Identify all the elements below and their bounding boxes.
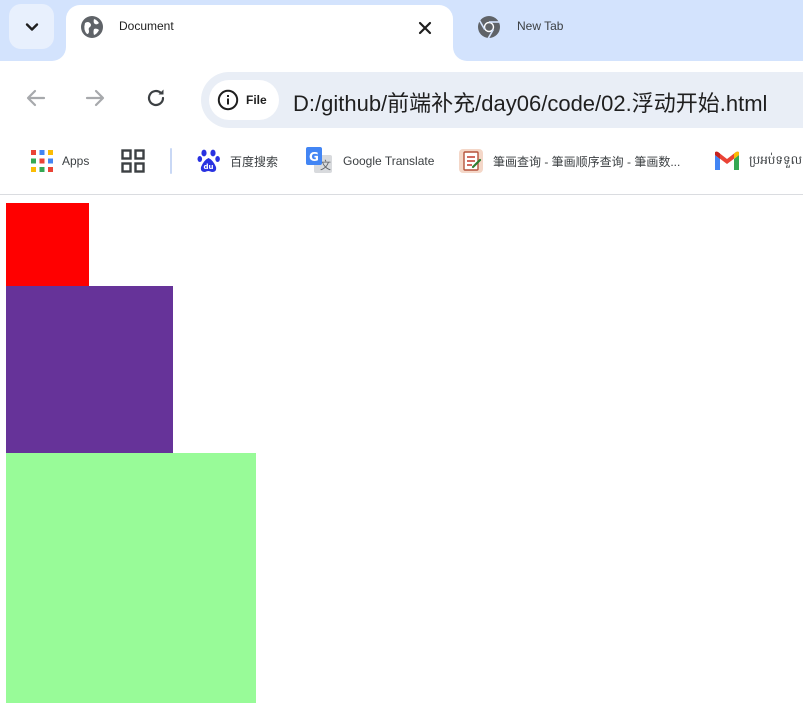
bookmark-apps[interactable]: Apps (31, 147, 89, 175)
bookmark-label: 筆画查询 - 筆画顺序查询 - 筆画数... (493, 154, 681, 169)
tab-close-button[interactable] (415, 18, 435, 38)
back-arrow-icon (26, 89, 46, 107)
bookmark-tab-groups[interactable] (121, 147, 145, 175)
svg-text:G: G (309, 150, 319, 164)
stroke-order-icon (459, 149, 483, 173)
tab-strip: Document New Tab (0, 0, 803, 61)
green-box (6, 453, 256, 703)
bookmark-stroke-order[interactable]: 筆画查询 - 筆画顺序查询 - 筆画数... (458, 147, 680, 175)
svg-text:du: du (204, 163, 214, 171)
bookmarks-separator (170, 148, 172, 174)
bookmarks-bar: Apps du 百度搜索 文 G Google Translate 筆画查询 -… (0, 135, 803, 195)
page-content (0, 196, 803, 727)
forward-button[interactable] (78, 81, 112, 115)
chevron-down-icon (25, 22, 38, 31)
google-translate-icon: 文 G (306, 147, 332, 173)
file-scheme-label: File (246, 93, 267, 107)
chrome-icon (478, 16, 500, 39)
bookmark-label: 百度搜索 (230, 154, 279, 169)
tab-search-button[interactable] (9, 4, 54, 49)
tab-title: Document (119, 19, 174, 33)
address-bar[interactable]: File D:/github/前端补充/day06/code/02.浮动开始.h… (201, 72, 803, 128)
reload-button[interactable] (139, 81, 173, 115)
tab-title: New Tab (517, 19, 564, 33)
bookmark-label: Apps (62, 154, 90, 168)
purple-box (6, 286, 173, 453)
close-icon (418, 21, 432, 35)
tab-document[interactable]: Document (66, 5, 453, 61)
bookmark-baidu[interactable]: du 百度搜索 (197, 147, 278, 175)
back-button[interactable] (19, 81, 53, 115)
info-icon (217, 89, 239, 111)
forward-arrow-icon (85, 89, 105, 107)
baidu-paw-icon: du (197, 149, 220, 172)
url-text[interactable]: D:/github/前端补充/day06/code/02.浮动开始.html (293, 86, 767, 118)
site-info-chip[interactable]: File (209, 80, 279, 120)
tab-groups-icon (121, 149, 145, 173)
reload-icon (147, 89, 165, 107)
tab-new-tab[interactable]: New Tab (462, 5, 682, 49)
bookmark-label: Google Translate (343, 154, 435, 168)
toolbar: File D:/github/前端补充/day06/code/02.浮动开始.h… (0, 61, 803, 135)
bookmark-label: ប្រអប់ទទួល (749, 153, 803, 167)
bookmark-google-translate[interactable]: 文 G Google Translate (306, 147, 434, 175)
red-box (6, 203, 89, 286)
globe-icon (81, 16, 103, 38)
gmail-icon (715, 151, 739, 170)
bookmark-gmail[interactable]: ប្រអប់ទទួល (714, 147, 802, 175)
apps-grid-icon (31, 150, 53, 172)
